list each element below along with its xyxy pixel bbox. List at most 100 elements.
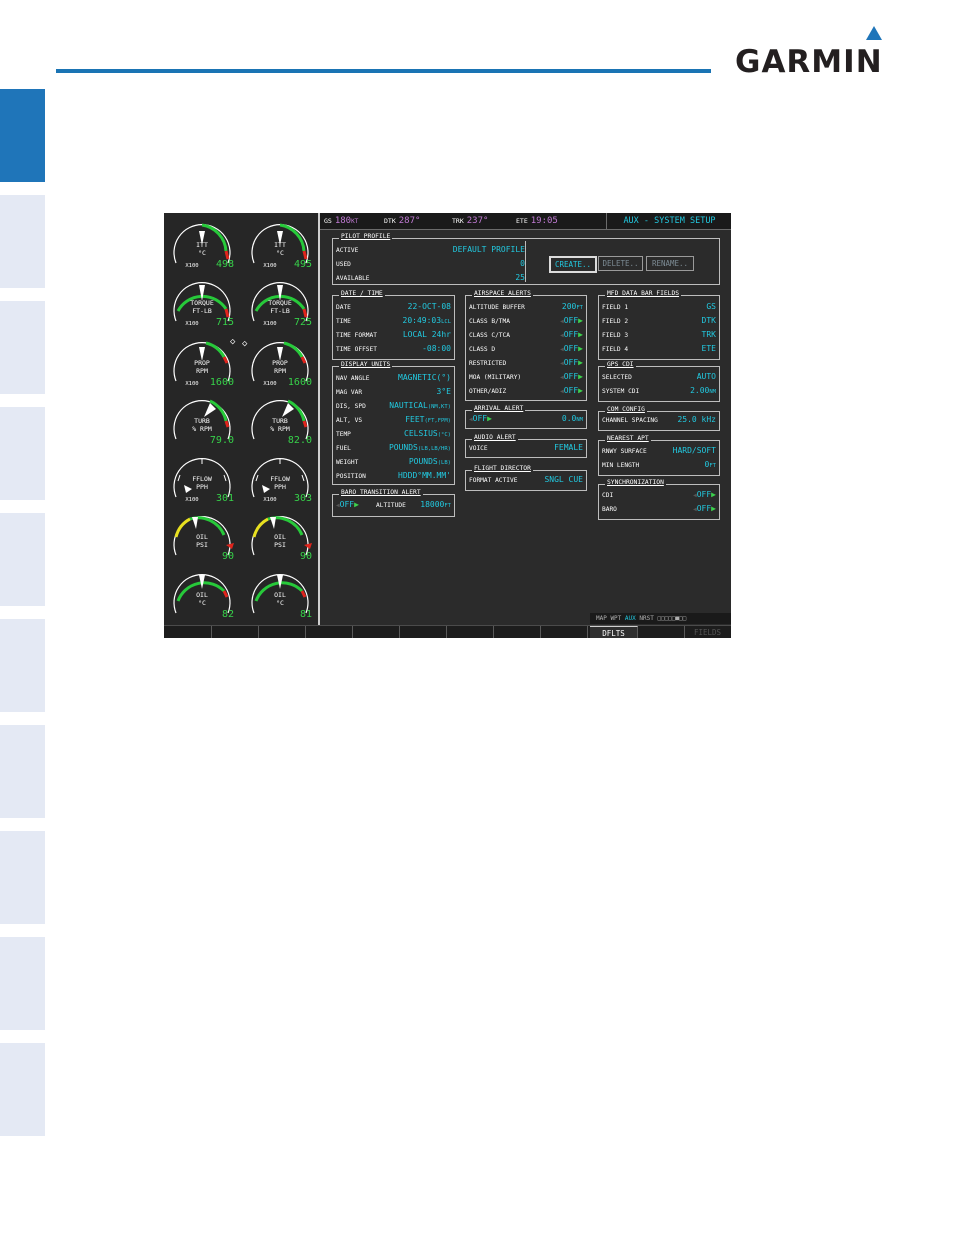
softkey-5[interactable] xyxy=(352,626,400,638)
fields-softkey[interactable]: FIELDS xyxy=(684,626,731,638)
other-adiz-toggle[interactable]: ◀OFF▶ xyxy=(560,386,583,395)
time-value[interactable]: 20:49:03LCL xyxy=(403,316,451,325)
class-d-toggle[interactable]: ◀OFF▶ xyxy=(560,344,583,353)
time-format-value[interactable]: LOCAL 24hr xyxy=(403,330,451,339)
softkey-6[interactable] xyxy=(399,626,447,638)
gs-label: GS xyxy=(324,217,332,225)
arrival-alert-row: ◀OFF▶ 0.0NM xyxy=(469,414,583,425)
other-adiz-row: OTHER/ADIZ ◀OFF▶ xyxy=(469,386,583,397)
gps-cdi-title: GPS CDI xyxy=(605,361,636,368)
active-profile-value[interactable]: DEFAULT PROFILE xyxy=(453,245,525,254)
oil-psi-gauge-right: OIL PSI 90 xyxy=(244,507,316,573)
fflow-unit: X100 xyxy=(185,497,199,503)
available-label: AVAILABLE xyxy=(336,275,370,282)
baro-altitude-label: ALTITUDE xyxy=(376,502,406,509)
dis-spd-value[interactable]: NAUTICAL(NM,KT) xyxy=(389,401,451,410)
section-tab-7[interactable] xyxy=(0,725,45,818)
section-tab-8[interactable] xyxy=(0,831,45,924)
field-2-value[interactable]: DTK xyxy=(702,316,716,325)
class-d-row: CLASS D ◀OFF▶ xyxy=(469,344,583,355)
field-3-row: FIELD 3 TRK xyxy=(602,330,716,341)
arrival-alert-toggle[interactable]: ◀OFF▶ xyxy=(469,414,492,423)
class-c-toggle[interactable]: ◀OFF▶ xyxy=(560,330,583,339)
date-value[interactable]: 22-OCT-08 xyxy=(408,302,451,311)
baro-alert-toggle[interactable]: ◀OFF▶ xyxy=(336,500,359,509)
field-4-value[interactable]: ETE xyxy=(702,344,716,353)
field-3-value[interactable]: TRK xyxy=(702,330,716,339)
page-group-suffix: NRST xyxy=(639,615,654,622)
section-tab-1[interactable] xyxy=(0,89,45,182)
com-config-panel: COM CONFIG CHANNEL SPACING 25.0 kHz xyxy=(598,406,720,431)
moa-label: MOA (MILITARY) xyxy=(469,374,522,381)
rename-profile-button[interactable]: RENAME.. xyxy=(646,256,694,271)
softkey-4[interactable] xyxy=(305,626,353,638)
channel-spacing-value[interactable]: 25.0 kHz xyxy=(677,415,716,424)
position-label: POSITION xyxy=(336,473,366,480)
moa-toggle[interactable]: ◀OFF▶ xyxy=(560,372,583,381)
class-c-label: CLASS C/TCA xyxy=(469,332,510,339)
field-2-label: FIELD 2 xyxy=(602,318,629,325)
used-label: USED xyxy=(336,261,351,268)
available-value: 25 xyxy=(515,273,525,282)
nav-angle-row: NAV ANGLE MAGNETIC(°) xyxy=(336,373,451,384)
class-b-toggle[interactable]: ◀OFF▶ xyxy=(560,316,583,325)
min-length-value[interactable]: 0FT xyxy=(705,460,716,469)
selected-value[interactable]: AUTO xyxy=(697,372,716,381)
mag-var-value[interactable]: 3°E xyxy=(437,387,451,396)
dflts-softkey[interactable]: DFLTS xyxy=(590,626,638,638)
right-arrow-icon: ▶ xyxy=(578,358,583,367)
section-tab-9[interactable] xyxy=(0,937,45,1030)
softkey-9[interactable] xyxy=(540,626,588,638)
softkey-2[interactable] xyxy=(211,626,259,638)
section-tab-6[interactable] xyxy=(0,619,45,712)
softkey-11[interactable] xyxy=(637,626,685,638)
altitude-buffer-unit: FT xyxy=(576,305,583,311)
divider xyxy=(525,241,526,282)
arrival-alert-distance[interactable]: 0.0NM xyxy=(562,414,583,423)
torque-gauge-left: TORQUE FT-LB X100 715 xyxy=(166,273,238,339)
runway-surface-value[interactable]: HARD/SOFT xyxy=(673,446,716,455)
mfd-screen: ITT °C X100 498 ITT °C X100 495 TORQUE F… xyxy=(164,213,731,638)
field-1-value[interactable]: GS xyxy=(706,302,716,311)
sync-baro-toggle[interactable]: ◀OFF▶ xyxy=(693,504,716,513)
time-offset-value[interactable]: -08:00 xyxy=(422,344,451,353)
softkey-1[interactable] xyxy=(164,626,212,638)
temp-text: CELSIUS xyxy=(404,429,438,438)
softkey-8[interactable] xyxy=(493,626,541,638)
softkey-7[interactable] xyxy=(446,626,494,638)
alt-vs-label: ALT, VS xyxy=(336,417,363,424)
section-tab-2[interactable] xyxy=(0,195,45,288)
restricted-toggle[interactable]: ◀OFF▶ xyxy=(560,358,583,367)
create-profile-button[interactable]: CREATE.. xyxy=(549,256,597,273)
display-units-panel: DISPLAY UNITS NAV ANGLE MAGNETIC(°) MAG … xyxy=(332,361,455,485)
temp-value[interactable]: CELSIUS(°C) xyxy=(404,429,451,438)
baro-altitude-value[interactable]: 18000FT xyxy=(420,500,451,509)
engine-indication-strip: ITT °C X100 498 ITT °C X100 495 TORQUE F… xyxy=(164,213,320,625)
alt-vs-value[interactable]: FEET(FT,FPM) xyxy=(405,415,451,424)
oil-psi-value-right: 90 xyxy=(299,551,312,562)
altitude-buffer-value[interactable]: 200FT xyxy=(562,302,583,311)
right-arrow-icon: ▶ xyxy=(354,500,359,509)
time-value-text: 20:49:03 xyxy=(402,316,442,325)
section-tab-3[interactable] xyxy=(0,301,45,394)
torque-value-right: 725 xyxy=(293,317,312,328)
turb-gauge-right: TURB % RPM 82.0 xyxy=(244,391,316,457)
nav-angle-value[interactable]: MAGNETIC(°) xyxy=(398,373,451,382)
weight-value[interactable]: POUNDS(LB) xyxy=(409,457,451,466)
position-value[interactable]: HDDD°MM.MM' xyxy=(398,471,451,480)
format-active-value[interactable]: SNGL CUE xyxy=(544,475,583,484)
softkey-bar: DFLTS FIELDS xyxy=(164,625,731,638)
mfd-data-bar-title: MFD DATA BAR FIELDS xyxy=(605,290,682,297)
section-tab-5[interactable] xyxy=(0,513,45,606)
fflow-label: FFLOW PPH xyxy=(192,475,212,491)
sync-cdi-toggle[interactable]: ◀OFF▶ xyxy=(693,490,716,499)
softkey-3[interactable] xyxy=(258,626,306,638)
section-tab-4[interactable] xyxy=(0,407,45,500)
delete-profile-button[interactable]: DELETE.. xyxy=(598,256,643,271)
voice-value[interactable]: FEMALE xyxy=(554,443,583,452)
time-offset-row: TIME OFFSET -08:00 xyxy=(336,344,451,355)
trk-label: TRK xyxy=(452,217,464,225)
header-rule xyxy=(56,69,711,73)
fuel-value[interactable]: POUNDS(LB,LB/HR) xyxy=(389,443,451,452)
section-tab-10[interactable] xyxy=(0,1043,45,1136)
